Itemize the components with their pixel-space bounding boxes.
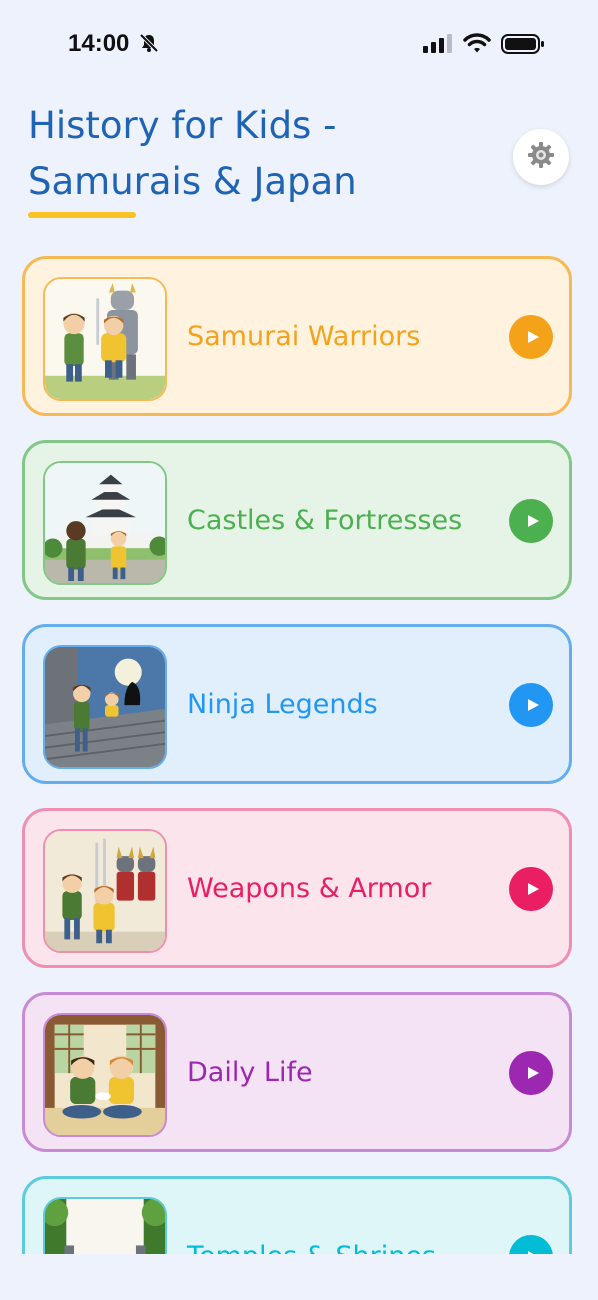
status-time: 14:00 (68, 30, 130, 57)
play-button[interactable] (509, 1235, 553, 1254)
bell-muted-icon (139, 33, 159, 57)
temple-illustration (43, 1197, 167, 1254)
topic-label: Temples & Shrines (187, 1179, 436, 1255)
topic-card-castles-fortresses[interactable]: Castles & Fortresses (22, 440, 572, 600)
settings-button[interactable] (513, 129, 569, 185)
cellular-signal-icon (423, 33, 453, 57)
topic-label: Ninja Legends (187, 688, 378, 720)
topic-card-samurai-warriors[interactable]: Samurai Warriors (22, 256, 572, 416)
play-button[interactable] (509, 315, 553, 359)
ninja-illustration (43, 645, 167, 769)
topic-label: Castles & Fortresses (187, 504, 463, 536)
wifi-icon (463, 32, 491, 58)
play-icon (527, 699, 539, 711)
play-button[interactable] (509, 499, 553, 543)
gear-icon (526, 140, 556, 174)
castle-illustration (43, 461, 167, 585)
play-button[interactable] (509, 867, 553, 911)
play-button[interactable] (509, 1051, 553, 1095)
title-underline (28, 212, 136, 218)
topic-card-daily-life[interactable]: Daily Life (22, 992, 572, 1152)
topic-card-temples-shrines[interactable]: Temples & Shrines (22, 1176, 572, 1254)
play-icon (527, 883, 539, 895)
weapons-armor-illustration (43, 829, 167, 953)
bottom-safe-area (0, 1254, 598, 1300)
topic-card-ninja-legends[interactable]: Ninja Legends (22, 624, 572, 784)
topic-card-weapons-armor[interactable]: Weapons & Armor (22, 808, 572, 968)
page-title: History for Kids - Samurais & Japan (28, 104, 357, 203)
battery-icon (501, 33, 545, 59)
samurai-warriors-illustration (43, 277, 167, 401)
topic-label: Weapons & Armor (187, 872, 432, 904)
play-button[interactable] (509, 683, 553, 727)
play-icon (527, 331, 539, 343)
topic-label: Samurai Warriors (187, 320, 421, 352)
play-icon (527, 1067, 539, 1079)
topic-list[interactable]: Samurai Warriors Castles & Fortresses Ni… (22, 256, 576, 1254)
topic-label: Daily Life (187, 1056, 313, 1088)
play-icon (527, 515, 539, 527)
status-bar: 14:00 (0, 0, 598, 88)
daily-life-illustration (43, 1013, 167, 1137)
